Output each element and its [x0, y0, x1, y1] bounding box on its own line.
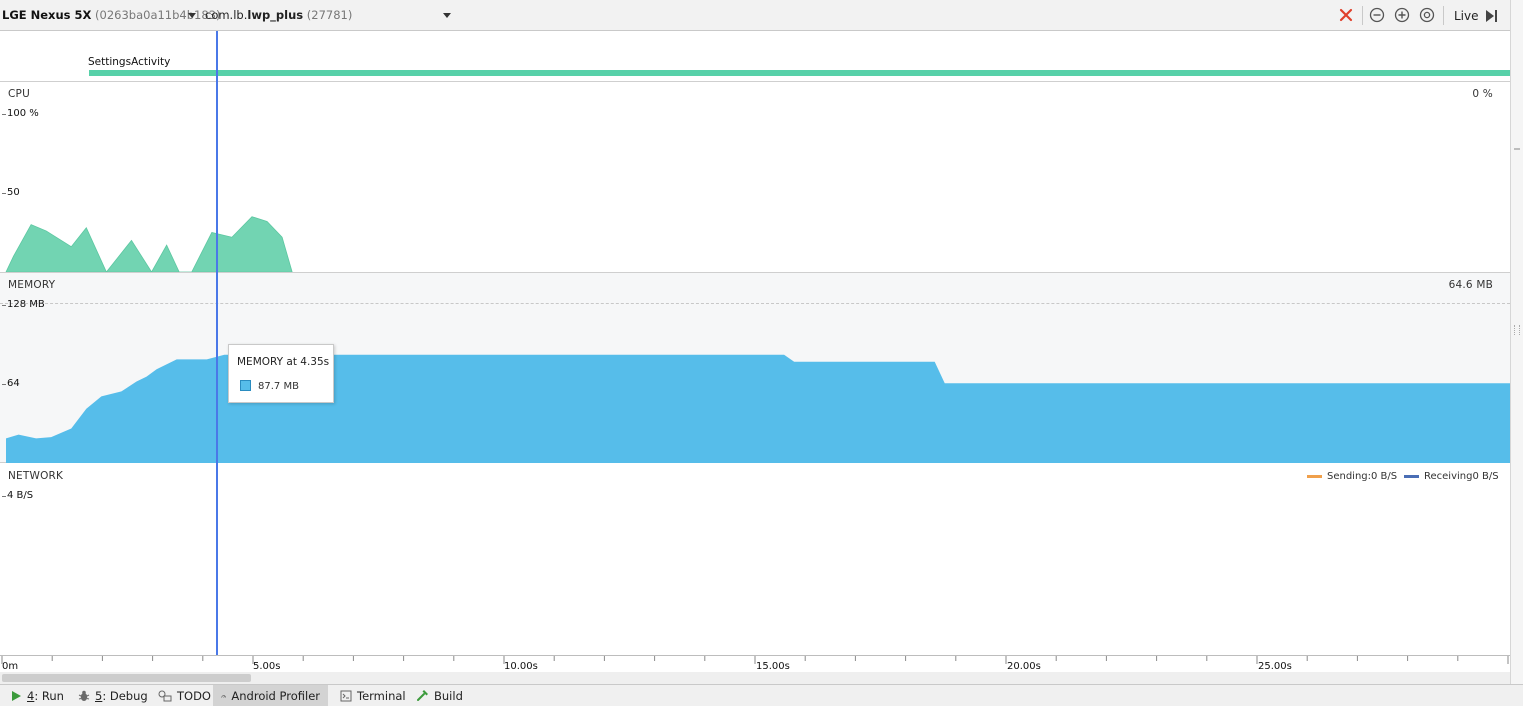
device-dropdown-icon[interactable] [188, 13, 196, 18]
device-serial: (0263ba0a11b4b183) [95, 8, 221, 22]
tooltip-title: MEMORY at 4.35s [237, 356, 330, 368]
receiving-legend-label: Receiving0 B/S [1424, 471, 1499, 482]
sending-legend-label: Sending:0 B/S [1327, 471, 1398, 482]
sending-legend-swatch [1307, 475, 1322, 478]
process-pid: (27781) [306, 8, 353, 22]
activity-timeline: SettingsActivity [0, 31, 1510, 82]
run-icon [12, 690, 21, 701]
memory-chart [6, 354, 1510, 463]
run-tab[interactable]: 4: Run [2, 685, 72, 706]
activity-bar[interactable] [89, 70, 1510, 76]
todo-icon [158, 690, 172, 701]
time-label-20s: 20.00s [1007, 661, 1041, 672]
live-label[interactable]: Live [1454, 9, 1479, 23]
debug-tab-text: : Debug [102, 688, 148, 703]
terminal-tab-label: Terminal [357, 688, 406, 703]
time-axis: 0m 5.00s 10.00s 15.00s 20.00s 25.00s [0, 655, 1510, 672]
cpu-monitor[interactable]: CPU 0 % 100 % 50 [0, 82, 1510, 273]
process-dropdown-icon[interactable] [443, 13, 451, 18]
toolbar-separator [1443, 6, 1444, 25]
todo-tab-label: TODO [177, 688, 211, 703]
activity-label: SettingsActivity [88, 56, 171, 68]
time-label-15s: 15.00s [756, 661, 790, 672]
resize-grip-icon[interactable] [1514, 325, 1520, 335]
network-axis-top: 4 B/S [7, 490, 34, 501]
scroll-grip [1514, 148, 1520, 150]
time-label-5s: 5.00s [253, 661, 281, 672]
build-tab[interactable]: Build [408, 685, 471, 706]
todo-tab[interactable]: TODO [150, 685, 219, 706]
network-monitor[interactable]: NETWORK 4 B/S Sending:0 B/S Receiving0 B… [0, 463, 1510, 655]
go-live-icon[interactable] [1484, 8, 1500, 24]
vertical-scrollbar[interactable] [1510, 0, 1523, 684]
terminal-icon [340, 690, 352, 701]
zoom-in-icon[interactable] [1394, 7, 1410, 23]
receiving-legend-swatch [1404, 475, 1419, 478]
memory-monitor[interactable]: MEMORY 64.6 MB 128 MB 64 [0, 273, 1510, 463]
build-hammer-icon [417, 690, 428, 701]
tool-window-bar: 4: Run 5: Debug TODO Android Profiler Te… [0, 684, 1523, 706]
profiler-gauge-icon [221, 694, 227, 698]
cpu-chart [5, 216, 293, 272]
reset-zoom-icon[interactable] [1419, 7, 1435, 23]
process-selector[interactable]: com.lb.lwp_plus (27781) [205, 8, 352, 22]
close-icon[interactable] [1338, 7, 1354, 23]
network-axis-tick [2, 496, 6, 497]
network-title: NETWORK [8, 470, 64, 482]
device-name: LGE Nexus 5X [2, 8, 92, 22]
time-label-25s: 25.00s [1258, 661, 1292, 672]
selection-cursor-line[interactable] [216, 31, 218, 655]
process-name: lwp_plus [247, 8, 304, 22]
time-label-0: 0m [2, 661, 19, 672]
timeline-scroll-thumb[interactable] [2, 674, 251, 682]
debug-tab-label: 5: Debug [95, 689, 148, 703]
build-tab-label: Build [434, 688, 463, 703]
android-profiler-tab-label: Android Profiler [231, 688, 320, 703]
debug-bug-icon [78, 690, 90, 701]
toolbar-separator [1362, 6, 1363, 25]
tooltip-value: 87.7 MB [258, 381, 299, 392]
debug-tab[interactable]: 5: Debug [70, 685, 156, 706]
process-prefix: com.lb. [205, 8, 248, 22]
android-profiler-tab[interactable]: Android Profiler [213, 685, 328, 706]
time-label-10s: 10.00s [504, 661, 538, 672]
profiler-toolbar: LGE Nexus 5X (0263ba0a11b4b183) com.lb.l… [0, 0, 1510, 31]
memory-tooltip: MEMORY at 4.35s 87.7 MB [228, 344, 334, 403]
cpu-usage-area [5, 216, 293, 272]
zoom-out-icon[interactable] [1369, 7, 1385, 23]
run-tab-label: 4: Run [27, 689, 64, 703]
terminal-tab[interactable]: Terminal [332, 685, 414, 706]
run-tab-text: : Run [34, 688, 64, 703]
tooltip-memory-swatch [240, 380, 251, 391]
